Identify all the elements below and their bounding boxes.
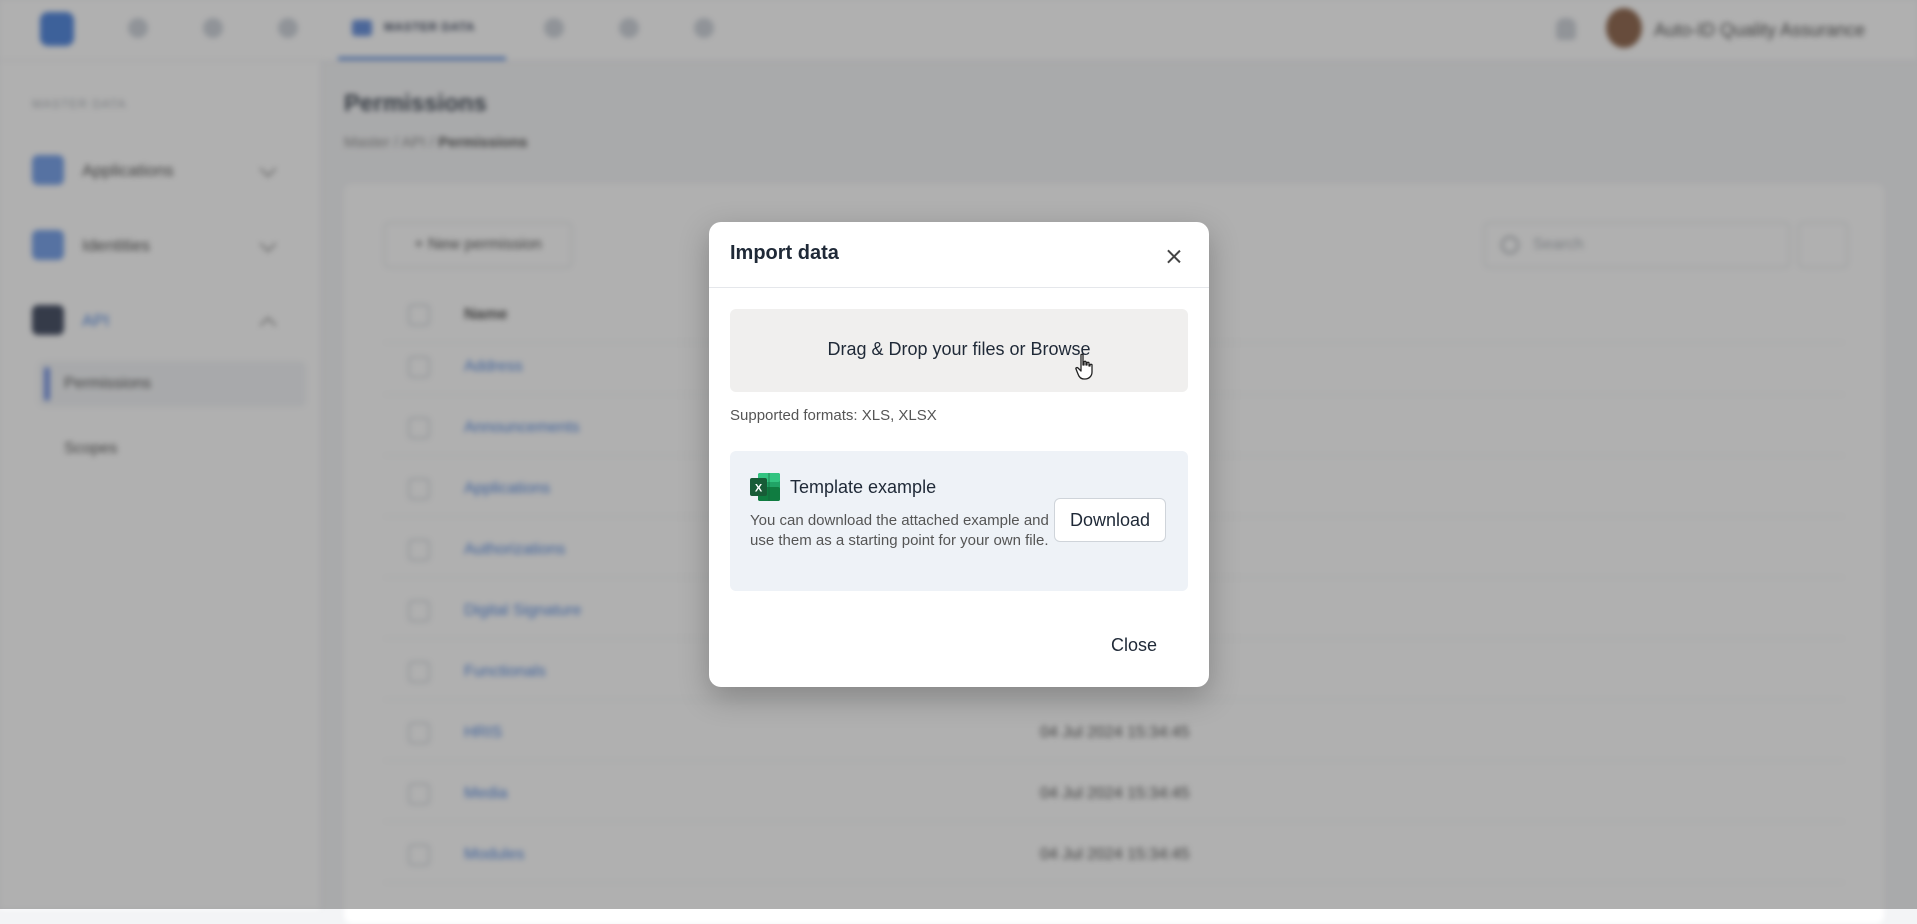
close-icon[interactable] xyxy=(1159,242,1189,272)
dropzone-text: Drag & Drop your files or Browse xyxy=(827,339,1091,359)
import-data-dialog: Import data Drag & Drop your files or Br… xyxy=(709,222,1209,687)
download-button[interactable]: Download xyxy=(1054,498,1166,542)
close-button[interactable]: Close xyxy=(1111,635,1157,656)
svg-text:X: X xyxy=(755,483,763,495)
template-description: You can download the attached example an… xyxy=(750,512,1049,549)
excel-icon: X xyxy=(750,473,780,501)
supported-formats-text: Supported formats: XLS, XLSX xyxy=(730,407,937,424)
dialog-title: Import data xyxy=(730,242,839,264)
template-example-card: X Template example You can download the … xyxy=(730,451,1188,591)
hand-pointer-cursor-icon xyxy=(1075,353,1093,380)
file-dropzone[interactable]: Drag & Drop your files or Browse xyxy=(730,309,1188,392)
template-title: Template example xyxy=(790,477,937,497)
dialog-divider xyxy=(709,287,1209,288)
